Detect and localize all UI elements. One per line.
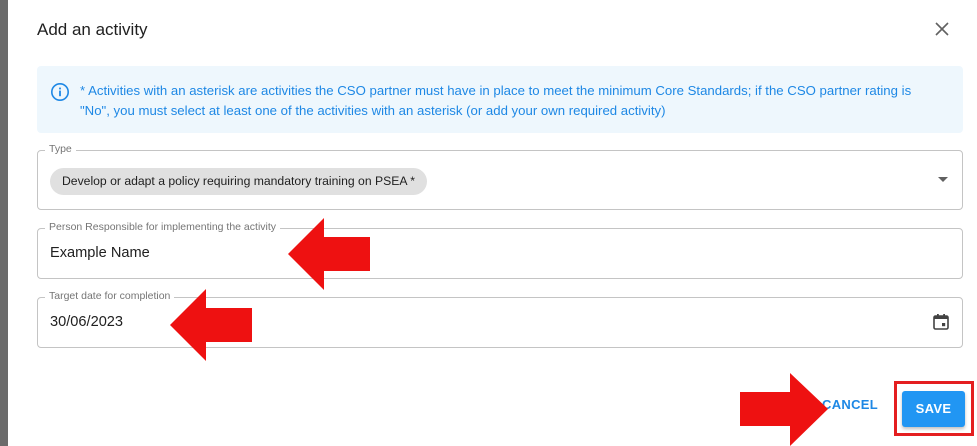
info-icon (50, 82, 70, 102)
target-date-input[interactable]: 30/06/2023 (50, 314, 123, 330)
cancel-button[interactable]: CANCEL (822, 397, 878, 412)
arrow-right-icon (740, 373, 828, 446)
info-text: * Activities with an asterisk are activi… (80, 83, 912, 118)
selected-type-chip[interactable]: Develop or adapt a policy requiring mand… (50, 168, 427, 195)
save-button[interactable]: SAVE (902, 391, 965, 427)
target-date-label: Target date for completion (45, 290, 175, 302)
person-responsible-field[interactable]: Person Responsible for implementing the … (37, 221, 963, 279)
dropdown-arrow-icon[interactable] (938, 177, 948, 182)
person-responsible-label: Person Responsible for implementing the … (45, 221, 281, 233)
dialog: Add an activity * Activities with an ast… (0, 0, 977, 446)
calendar-icon[interactable] (932, 313, 950, 331)
info-banner: * Activities with an asterisk are activi… (37, 66, 963, 133)
arrow-left-icon (288, 218, 370, 290)
dialog-title: Add an activity (37, 20, 148, 39)
close-icon[interactable] (930, 17, 954, 41)
person-responsible-input[interactable]: Example Name (50, 245, 150, 261)
type-label: Type (45, 143, 76, 155)
arrow-left-icon (170, 289, 252, 361)
type-select[interactable]: Type Develop or adapt a policy requiring… (37, 143, 963, 210)
left-border-bar (0, 0, 8, 446)
